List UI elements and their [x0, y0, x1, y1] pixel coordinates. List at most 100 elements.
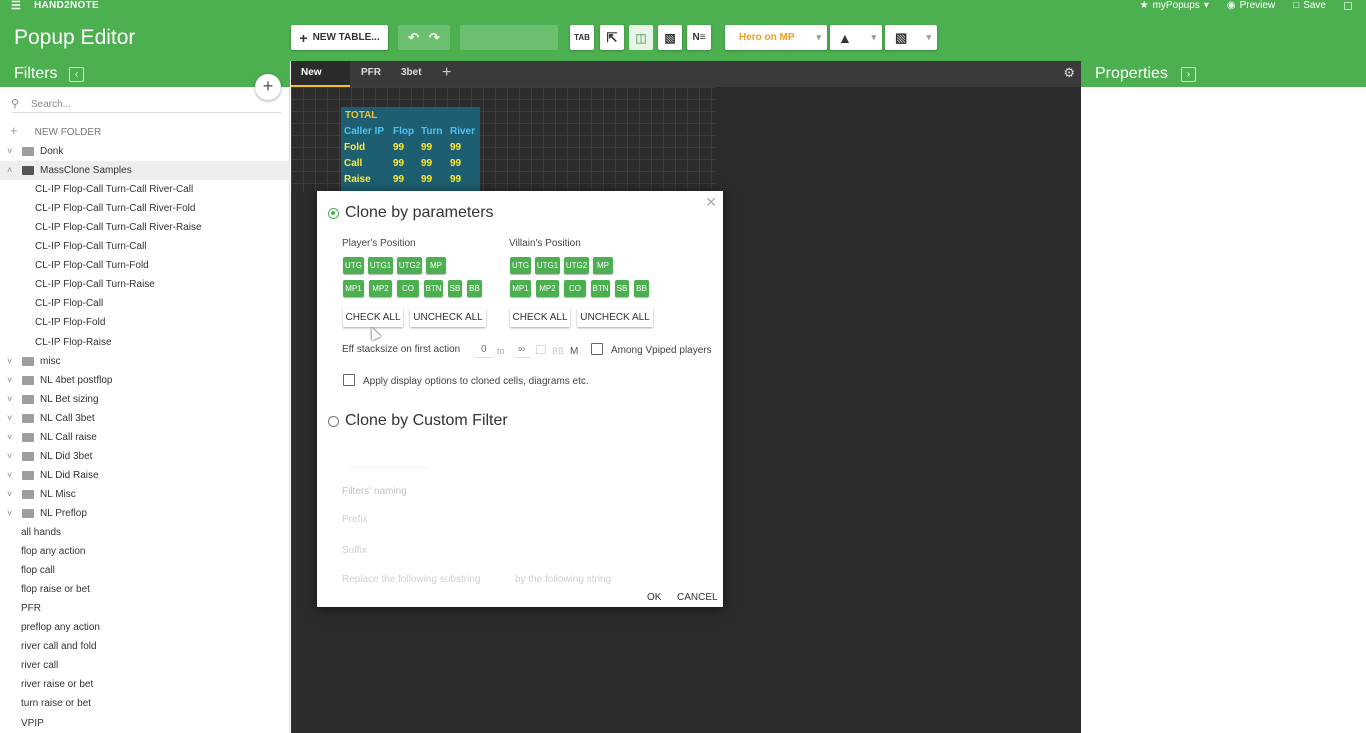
columns-tool-button[interactable]: ◫	[629, 25, 653, 50]
tree-folder[interactable]: ˄ MassClone Samples	[0, 161, 290, 181]
tree-folder[interactable]: ˅ NL Bet sizing	[0, 390, 290, 409]
player-pos-utg2[interactable]: UTG2	[397, 257, 422, 274]
tree-item[interactable]: river call	[0, 656, 290, 675]
chevron-up-icon[interactable]: ˄	[7, 161, 12, 180]
villain-pos-mp[interactable]: MP	[593, 257, 613, 274]
add-filter-button[interactable]: +	[255, 74, 281, 100]
player-pos-mp2[interactable]: MP2	[369, 280, 392, 297]
chevron-down-icon[interactable]: ˅	[7, 466, 12, 485]
tree-item[interactable]: turn raise or bet	[0, 694, 290, 713]
villain-pos-utg2[interactable]: UTG2	[564, 257, 589, 274]
player-pos-bb[interactable]: BB	[467, 280, 482, 297]
hero-select[interactable]: Hero on MP ▾	[725, 25, 827, 50]
clone-by-parameters-radio[interactable]	[328, 208, 339, 219]
tree-item[interactable]: CL-IP Flop-Call Turn-Call River-Raise	[0, 218, 290, 237]
chevron-down-icon[interactable]: ˅	[7, 428, 12, 447]
player-pos-sb[interactable]: SB	[448, 280, 462, 297]
player-pos-btn[interactable]: BTN	[424, 280, 443, 297]
tree-item[interactable]: river call and fold	[0, 637, 290, 656]
tree-item[interactable]: VPIP	[0, 714, 290, 733]
player-uncheck-all-button[interactable]: UNCHECK ALL	[410, 308, 486, 327]
tree-item[interactable]: CL-IP Flop-Fold	[0, 313, 290, 332]
preview-button[interactable]: ◉ Preview	[1227, 0, 1275, 11]
tree-folder[interactable]: ˅ NL Misc	[0, 485, 290, 504]
save-button[interactable]: □ Save	[1293, 0, 1326, 11]
tab-new-tab[interactable]: New Tab	[291, 61, 350, 102]
tab-pfr[interactable]: PFR	[351, 61, 391, 87]
collapse-filters-button[interactable]: ‹	[69, 67, 84, 82]
villain-pos-co[interactable]: CO	[564, 280, 586, 297]
chevron-down-icon[interactable]: ˅	[7, 447, 12, 466]
new-table-button[interactable]: + NEW TABLE...	[291, 25, 388, 50]
redo-icon[interactable]: ↷	[429, 30, 440, 46]
eff-stack-from-input[interactable]: 0	[481, 344, 487, 355]
tree-folder[interactable]: ˅ NL Call 3bet	[0, 409, 290, 428]
gear-icon[interactable]: ⚙	[1063, 65, 1075, 81]
chevron-down-icon[interactable]: ˅	[7, 485, 12, 504]
tree-item[interactable]: CL-IP Flop-Call Turn-Fold	[0, 256, 290, 275]
tree-folder[interactable]: ˅ NL Call raise	[0, 428, 290, 447]
tree-item[interactable]: all hands	[0, 523, 290, 542]
player-pos-co[interactable]: CO	[397, 280, 419, 297]
tree-item[interactable]: river raise or bet	[0, 675, 290, 694]
expand-properties-button[interactable]: ›	[1181, 67, 1196, 82]
player-pos-mp1[interactable]: MP1	[343, 280, 364, 297]
add-tab-icon[interactable]: +	[442, 64, 451, 82]
arrow-tool-button[interactable]: ⇱	[600, 25, 624, 50]
tree-item[interactable]: CL-IP Flop-Call Turn-Raise	[0, 275, 290, 294]
calculator-icon[interactable]	[536, 345, 546, 354]
tree-folder[interactable]: ˅ NL Preflop	[0, 504, 290, 523]
tab-3bet[interactable]: 3bet	[391, 61, 432, 87]
tree-item[interactable]: CL-IP Flop-Call Turn-Call River-Call	[0, 180, 290, 199]
search-input[interactable]: ⚲ Search...	[11, 98, 281, 113]
tree-item[interactable]: flop call	[0, 561, 290, 580]
tree-item[interactable]: CL-IP Flop-Call Turn-Call River-Fold	[0, 199, 290, 218]
tree-item[interactable]: PFR	[0, 599, 290, 618]
tree-item[interactable]: flop any action	[0, 542, 290, 561]
chevron-down-icon[interactable]: ˅	[7, 371, 12, 390]
chevron-down-icon[interactable]: ˅	[7, 352, 12, 371]
tree-folder[interactable]: ˅ NL 4bet postflop	[0, 371, 290, 390]
villain-pos-utg1[interactable]: UTG1	[535, 257, 560, 274]
player-pos-utg1[interactable]: UTG1	[368, 257, 393, 274]
cancel-button[interactable]: CANCEL	[677, 592, 718, 603]
tree-item[interactable]: CL-IP Flop-Call Turn-Call	[0, 237, 290, 256]
list-tool-button[interactable]: N≡	[687, 25, 711, 50]
player-check-all-button[interactable]: CHECK ALL	[343, 308, 403, 327]
player-pos-utg[interactable]: UTG	[343, 257, 364, 274]
undo-icon[interactable]: ↶	[408, 30, 419, 46]
tree-item[interactable]: CL-IP Flop-Call	[0, 294, 290, 313]
tree-item[interactable]: CL-IP Flop-Raise	[0, 333, 290, 352]
villain-check-all-button[interactable]: CHECK ALL	[510, 308, 570, 327]
tree-item[interactable]: flop raise or bet	[0, 580, 290, 599]
tree-folder[interactable]: ˅ NL Did Raise	[0, 466, 290, 485]
villain-pos-sb[interactable]: SB	[615, 280, 629, 297]
villain-pos-btn[interactable]: BTN	[591, 280, 610, 297]
villain-pos-utg[interactable]: UTG	[510, 257, 531, 274]
chevron-down-icon[interactable]: ˅	[7, 142, 12, 161]
player-pos-mp[interactable]: MP	[426, 257, 446, 274]
stat-table[interactable]: TOTAL Caller IP Flop Turn River Fold 99 …	[341, 107, 480, 191]
chevron-down-icon[interactable]: ˅	[7, 504, 12, 523]
among-vpiped-checkbox[interactable]	[591, 343, 603, 355]
tab-tool-button[interactable]: TAB	[570, 25, 594, 50]
tree-folder[interactable]: ˅ NL Did 3bet	[0, 447, 290, 466]
villain-pos-mp2[interactable]: MP2	[536, 280, 559, 297]
chevron-down-icon[interactable]: ˅	[7, 390, 12, 409]
ok-button[interactable]: OK	[647, 592, 661, 603]
my-popups-menu[interactable]: ★ myPopups ▾	[1140, 0, 1209, 11]
tree-folder[interactable]: ˅ Donk	[0, 142, 290, 161]
eff-stack-to-input[interactable]: ∞	[518, 344, 525, 355]
chevron-down-icon[interactable]: ˅	[7, 409, 12, 428]
villain-uncheck-all-button[interactable]: UNCHECK ALL	[577, 308, 653, 327]
villain-pos-mp1[interactable]: MP1	[510, 280, 531, 297]
maximize-icon[interactable]	[1344, 1, 1352, 10]
new-folder-button[interactable]: + NEW FOLDER	[10, 123, 101, 138]
border-button[interactable]: ▧ ▾	[885, 25, 937, 50]
tree-item[interactable]: preflop any action	[0, 618, 290, 637]
hamburger-icon[interactable]: ☰	[11, 1, 21, 12]
panel-tool-button[interactable]: ▧	[658, 25, 682, 50]
villain-pos-bb[interactable]: BB	[634, 280, 649, 297]
tree-folder[interactable]: ˅ misc	[0, 352, 290, 371]
clone-by-custom-filter-radio[interactable]	[328, 416, 339, 427]
